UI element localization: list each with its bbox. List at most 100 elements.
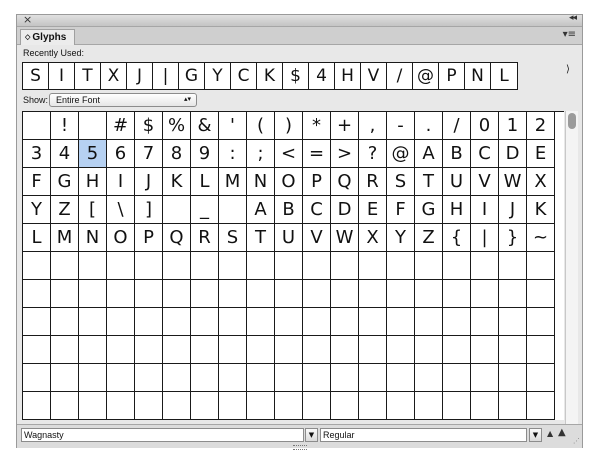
glyph-cell[interactable]: V	[471, 168, 499, 196]
glyph-cell[interactable]	[499, 308, 527, 336]
glyph-cell[interactable]	[163, 280, 191, 308]
glyph-cell[interactable]	[219, 252, 247, 280]
glyph-cell[interactable]	[471, 392, 499, 420]
glyph-cell[interactable]	[79, 392, 107, 420]
glyph-cell[interactable]	[163, 252, 191, 280]
glyph-cell[interactable]	[499, 336, 527, 364]
glyph-cell[interactable]: :	[219, 140, 247, 168]
glyph-cell[interactable]: C	[471, 140, 499, 168]
glyph-cell[interactable]: E	[527, 140, 555, 168]
glyph-cell[interactable]: 9	[191, 140, 219, 168]
glyph-cell[interactable]	[499, 392, 527, 420]
glyph-cell[interactable]	[247, 336, 275, 364]
glyph-cell[interactable]	[527, 308, 555, 336]
glyph-cell[interactable]	[163, 308, 191, 336]
glyph-cell[interactable]	[275, 308, 303, 336]
glyph-cell[interactable]: P	[135, 224, 163, 252]
glyph-cell[interactable]: O	[107, 224, 135, 252]
glyph-cell[interactable]: I	[107, 168, 135, 196]
zoom-out-icon[interactable]: ▲	[547, 429, 553, 438]
glyph-cell[interactable]: =	[303, 140, 331, 168]
glyph-cell[interactable]	[163, 196, 191, 224]
glyph-cell[interactable]	[303, 364, 331, 392]
glyph-cell[interactable]: W	[499, 168, 527, 196]
glyph-cell[interactable]: L	[191, 168, 219, 196]
glyph-cell[interactable]	[331, 392, 359, 420]
glyph-cell[interactable]: -	[387, 112, 415, 140]
glyph-cell[interactable]	[499, 280, 527, 308]
glyph-cell[interactable]	[247, 308, 275, 336]
glyph-cell[interactable]: M	[219, 168, 247, 196]
corner-grip-icon[interactable]: ⋰	[573, 437, 580, 445]
glyph-cell[interactable]: Z	[51, 196, 79, 224]
glyph-cell[interactable]: T	[415, 168, 443, 196]
glyph-cell[interactable]	[415, 280, 443, 308]
glyph-cell[interactable]	[359, 364, 387, 392]
glyph-cell[interactable]	[79, 308, 107, 336]
glyph-cell[interactable]: B	[275, 196, 303, 224]
glyph-cell[interactable]: Q	[163, 224, 191, 252]
glyph-cell[interactable]	[415, 336, 443, 364]
glyph-cell[interactable]	[135, 252, 163, 280]
glyph-cell[interactable]: F	[387, 196, 415, 224]
glyph-cell[interactable]	[359, 280, 387, 308]
recent-glyph-cell[interactable]: H	[335, 63, 361, 89]
glyph-cell[interactable]: R	[359, 168, 387, 196]
glyph-cell[interactable]: S	[219, 224, 247, 252]
font-family-field[interactable]: Wagnasty	[21, 428, 304, 442]
glyph-cell[interactable]: U	[275, 224, 303, 252]
glyph-cell[interactable]: $	[135, 112, 163, 140]
glyph-cell[interactable]	[527, 364, 555, 392]
glyph-cell[interactable]: \	[107, 196, 135, 224]
glyph-cell[interactable]	[331, 308, 359, 336]
glyph-cell[interactable]: H	[443, 196, 471, 224]
glyph-cell[interactable]	[247, 364, 275, 392]
glyph-cell[interactable]: M	[51, 224, 79, 252]
glyph-cell[interactable]	[219, 196, 247, 224]
glyph-cell[interactable]	[247, 392, 275, 420]
glyph-cell[interactable]: <	[275, 140, 303, 168]
recent-glyph-cell[interactable]: J	[127, 63, 153, 89]
glyph-cell[interactable]	[79, 252, 107, 280]
glyph-cell[interactable]	[443, 336, 471, 364]
glyph-cell[interactable]: [	[79, 196, 107, 224]
glyph-cell[interactable]	[387, 392, 415, 420]
glyph-cell[interactable]: U	[443, 168, 471, 196]
glyph-cell[interactable]: ;	[247, 140, 275, 168]
glyph-cell[interactable]	[51, 280, 79, 308]
glyph-cell[interactable]: K	[527, 196, 555, 224]
glyph-cell[interactable]	[135, 308, 163, 336]
recent-glyph-cell[interactable]: 4	[309, 63, 335, 89]
glyph-cell[interactable]	[107, 364, 135, 392]
recent-glyph-cell[interactable]: N	[465, 63, 491, 89]
glyph-cell[interactable]	[219, 392, 247, 420]
glyph-cell[interactable]	[443, 252, 471, 280]
recent-glyph-cell[interactable]: P	[439, 63, 465, 89]
glyph-cell[interactable]	[331, 280, 359, 308]
recent-glyph-cell[interactable]: |	[153, 63, 179, 89]
glyph-cell[interactable]: +	[331, 112, 359, 140]
glyph-cell[interactable]: X	[527, 168, 555, 196]
glyph-cell[interactable]	[107, 252, 135, 280]
glyph-cell[interactable]: B	[443, 140, 471, 168]
glyph-cell[interactable]: D	[499, 140, 527, 168]
glyph-cell[interactable]	[415, 392, 443, 420]
glyph-cell[interactable]	[527, 392, 555, 420]
glyph-cell[interactable]	[415, 364, 443, 392]
glyph-cell[interactable]	[23, 280, 51, 308]
glyph-cell[interactable]	[163, 336, 191, 364]
glyph-cell[interactable]: H	[79, 168, 107, 196]
glyph-cell[interactable]: Y	[387, 224, 415, 252]
glyph-cell[interactable]	[107, 336, 135, 364]
glyph-cell[interactable]: |	[471, 224, 499, 252]
glyph-cell[interactable]	[527, 336, 555, 364]
glyph-cell[interactable]: J	[499, 196, 527, 224]
glyph-cell[interactable]	[219, 308, 247, 336]
glyph-cell[interactable]: N	[247, 168, 275, 196]
glyph-cell[interactable]	[163, 364, 191, 392]
panel-menu-icon[interactable]: ▾≡	[563, 29, 576, 40]
glyph-cell[interactable]: T	[247, 224, 275, 252]
glyph-cell[interactable]	[471, 308, 499, 336]
glyph-cell[interactable]	[191, 364, 219, 392]
vertical-scrollbar[interactable]	[565, 111, 578, 425]
